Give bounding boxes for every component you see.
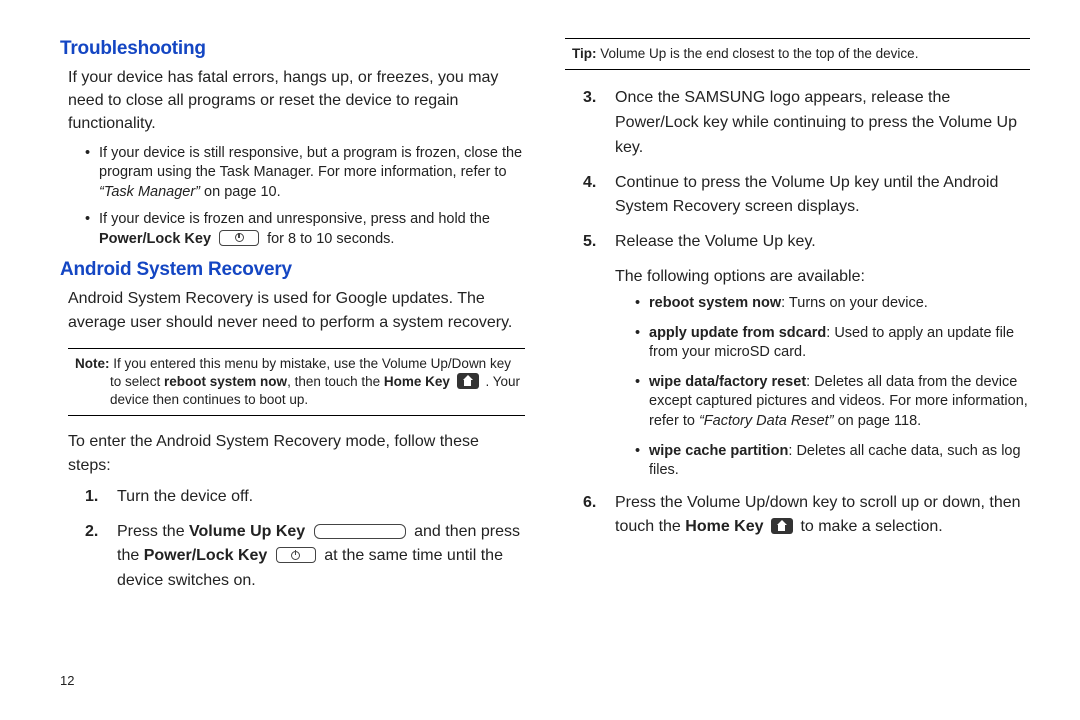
troubleshooting-bullets: If your device is still responsive, but … [85,144,525,250]
ref-task-manager: “Task Manager” [99,184,200,200]
ref-factory-reset: “Factory Data Reset” [699,413,834,429]
left-column: Troubleshooting If your device has fatal… [60,38,525,700]
bullet-task-manager: If your device is still responsive, but … [85,144,525,203]
option-reboot: reboot system now: Turns on your device. [635,294,1030,314]
heading-recovery: Android System Recovery [60,259,525,281]
step-6: 6. Press the Volume Up/down key to scrol… [583,491,1030,541]
option-label: wipe cache partition [649,443,788,459]
step-3: 3. Once the SAMSUNG logo appears, releas… [583,86,1030,160]
power-lock-label: Power/Lock Key [99,231,211,247]
step-1: 1. Turn the device off. [85,485,525,510]
tip-label: Tip: [572,46,597,61]
text: for 8 to 10 seconds. [267,231,394,247]
note-label: Note: [75,356,110,371]
note-box: Note: If you entered this menu by mistak… [68,348,525,417]
manual-page: Troubleshooting If your device has fatal… [0,0,1080,720]
text: If your device is still responsive, but … [99,145,522,181]
step-text: Once the SAMSUNG logo appears, release t… [615,89,1017,156]
text: on page 10. [200,184,281,200]
step-number: 4. [583,171,596,196]
recovery-steps-right: 3. Once the SAMSUNG logo appears, releas… [583,86,1030,540]
step-text: Turn the device off. [117,488,253,505]
tip-text: Tip: Volume Up is the end closest to the… [595,45,1028,63]
option-desc: : Turns on your device. [781,295,928,311]
right-column: Tip: Volume Up is the end closest to the… [565,38,1030,700]
volume-key-icon [314,524,406,539]
option-wipe-cache: wipe cache partition: Deletes all cache … [635,442,1030,481]
step-number: 2. [85,520,98,545]
text: Volume Up is the end closest to the top … [597,46,919,61]
step-number: 6. [583,491,596,516]
power-icon [276,547,316,563]
reboot-now-label: reboot system now [164,374,287,389]
power-lock-label: Power/Lock Key [144,547,268,564]
bullet-power-lock: If your device is frozen and unresponsiv… [85,210,525,249]
recovery-steps-left: 1. Turn the device off. 2. Press the Vol… [85,485,525,594]
options-intro: The following options are available: [615,265,1030,288]
note-text: Note: If you entered this menu by mistak… [110,355,523,410]
text: Press the [117,523,189,540]
step-text: Release the Volume Up key. [615,233,816,250]
text: on page 118. [834,413,922,429]
text: If your device is frozen and unresponsiv… [99,211,490,227]
step-number: 1. [85,485,98,510]
recovery-options: reboot system now: Turns on your device.… [635,294,1030,481]
heading-troubleshooting: Troubleshooting [60,38,525,60]
troubleshooting-intro: If your device has fatal errors, hangs u… [68,66,525,136]
power-icon [219,230,259,246]
option-apply-update: apply update from sdcard: Used to apply … [635,324,1030,363]
recovery-intro: Android System Recovery is used for Goog… [68,287,525,333]
home-key-label: Home Key [685,518,763,535]
recovery-steps-intro: To enter the Android System Recovery mod… [68,430,525,476]
text: , then touch the [287,374,384,389]
step-2: 2. Press the Volume Up Key and then pres… [85,520,525,594]
text: to make a selection. [800,518,942,535]
step-4: 4. Continue to press the Volume Up key u… [583,171,1030,221]
step-5: 5. Release the Volume Up key. The follow… [583,230,1030,480]
option-label: reboot system now [649,295,781,311]
option-label: wipe data/factory reset [649,374,806,390]
page-number: 12 [60,673,74,688]
home-icon [771,518,793,534]
volume-up-label: Volume Up Key [189,523,305,540]
home-key-label: Home Key [384,374,450,389]
home-icon [457,373,479,389]
tip-box: Tip: Volume Up is the end closest to the… [565,38,1030,70]
step-text: Continue to press the Volume Up key unti… [615,174,998,216]
option-label: apply update from sdcard [649,325,826,341]
option-factory-reset: wipe data/factory reset: Deletes all dat… [635,373,1030,432]
step-number: 3. [583,86,596,111]
step-number: 5. [583,230,596,255]
